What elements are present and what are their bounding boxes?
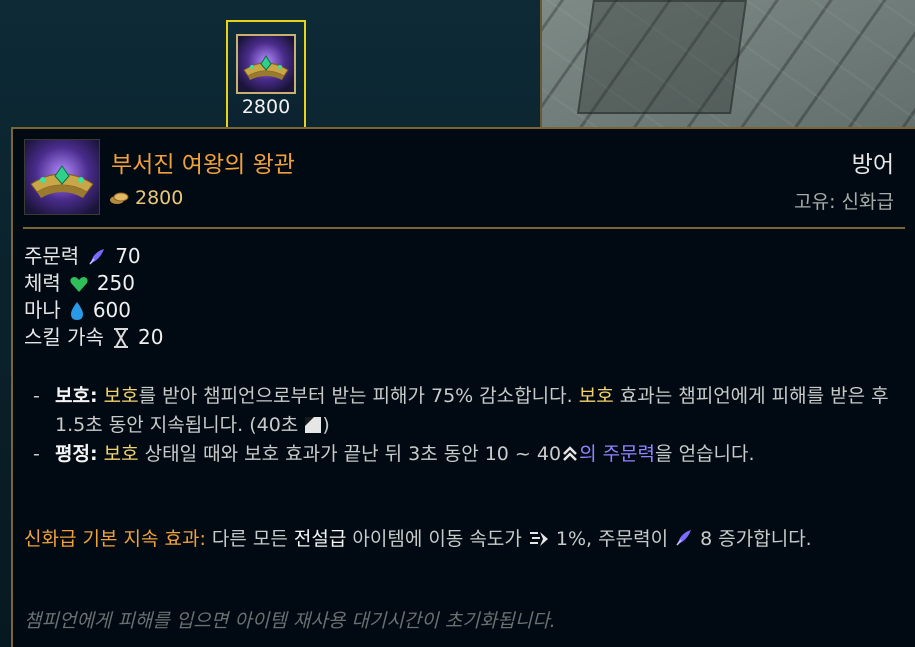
mythic-text: 아이템에 이동 속도가 — [352, 528, 522, 550]
crown-item-icon — [236, 34, 296, 94]
move-speed-icon — [528, 530, 550, 548]
stat-value: 600 — [92, 298, 131, 322]
health-heart-icon — [69, 275, 89, 293]
ability-haste-hourglass-icon — [112, 327, 130, 348]
flavor-text: 챔피언에게 피해를 입으면 아이템 재사용 대기시간이 초기화됩니다. — [24, 610, 556, 632]
item-name: 부서진 여왕의 왕관 — [111, 152, 295, 178]
tooltip-divider — [23, 227, 905, 229]
keyword-ability-power: 의 주문력 — [579, 443, 656, 465]
passive-text: 상태일 때와 보호 효과가 끝난 뒤 3초 동안 10 ~ 40 — [144, 443, 562, 465]
scaling-chevrons-icon — [561, 445, 579, 463]
stat-row-health: 체력 250 — [24, 270, 163, 297]
stat-value: 70 — [115, 244, 141, 268]
mythic-text: 8 증가합니다. — [700, 528, 812, 550]
stat-value: 250 — [96, 271, 135, 295]
item-tooltip: 부서진 여왕의 왕관 2800 방어 고유: 신화급 주문력 70 체력 250… — [11, 127, 915, 647]
passive-text: 을 얻습니다. — [655, 443, 755, 465]
selected-item-slot[interactable]: 2800 — [226, 20, 306, 130]
keyword-guard: 보호 — [578, 385, 614, 407]
stat-row-mana: 마나 600 — [24, 297, 163, 324]
stat-label: 주문력 — [24, 244, 80, 268]
keyword-guard: 보호 — [103, 443, 139, 465]
map-stone-carving — [576, 0, 748, 114]
selected-item-price: 2800 — [241, 96, 291, 118]
ability-power-icon — [674, 528, 694, 548]
stat-row-ability-power: 주문력 70 — [24, 243, 163, 270]
keyword-guard: 보호 — [103, 385, 139, 407]
bullet-dash: - — [33, 443, 40, 465]
item-passives: - 보호: 보호를 받아 챔피언으로부터 받는 피해가 75% 감소합니다. 보… — [33, 382, 893, 469]
item-cost: 2800 — [109, 187, 183, 209]
item-category: 방어 — [851, 152, 894, 178]
bullet-dash: - — [33, 385, 40, 407]
passive-text: 를 받아 챔피언으로부터 받는 피해가 75% 감소합니다. — [138, 385, 573, 407]
gold-coin-icon — [109, 190, 129, 206]
stat-value: 20 — [137, 325, 164, 349]
passive-text: ) — [322, 414, 330, 436]
tooltip-header: 부서진 여왕의 왕관 2800 방어 고유: 신화급 — [13, 129, 915, 227]
ability-power-icon — [87, 247, 107, 267]
stat-label: 체력 — [24, 271, 61, 295]
cooldown-icon — [304, 416, 322, 434]
passive-name: 보호: — [55, 385, 98, 407]
mythic-text: 1%, 주문력이 — [555, 528, 669, 550]
item-cost-value: 2800 — [135, 187, 184, 209]
passive-poise: - 평정: 보호 상태일 때와 보호 효과가 끝난 뒤 3초 동안 10 ~ 4… — [33, 440, 893, 469]
keyword-legendary: 전설급 — [293, 528, 347, 550]
stat-row-ability-haste: 스킬 가속 20 — [24, 324, 163, 351]
item-rarity: 고유: 신화급 — [794, 191, 894, 213]
stat-label: 마나 — [24, 298, 61, 322]
crown-item-icon — [24, 139, 100, 215]
mythic-text: 다른 모든 — [211, 528, 288, 550]
passive-name: 평정: — [55, 443, 98, 465]
mythic-label: 신화급 기본 지속 효과: — [24, 528, 206, 550]
passive-guard: - 보호: 보호를 받아 챔피언으로부터 받는 피해가 75% 감소합니다. 보… — [33, 382, 893, 440]
stat-label: 스킬 가속 — [24, 325, 104, 349]
item-stats: 주문력 70 체력 250 마나 600 스킬 가속 20 — [24, 243, 163, 351]
mythic-passive: 신화급 기본 지속 효과: 다른 모든 전설급 아이템에 이동 속도가 1%, … — [24, 525, 904, 554]
mana-drop-icon — [69, 301, 85, 321]
